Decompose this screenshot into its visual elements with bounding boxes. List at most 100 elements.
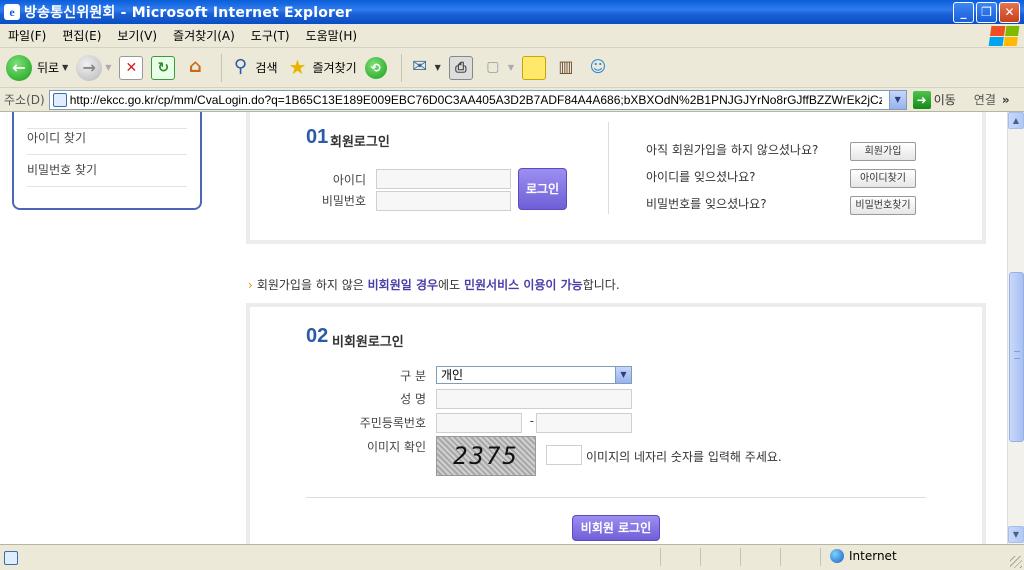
globe-icon <box>830 549 844 563</box>
member-login-panel: 01 회원로그인 아이디 비밀번호 로그인 아직 회원가입을 하지 않으셨나요?… <box>246 112 986 244</box>
home-button[interactable]: ⌂ <box>183 56 207 80</box>
guest-login-panel: 02 비회원로그인 구 분 개인 ▼ 성 명 주민등록번호 - 이미지 확인 2… <box>246 303 986 544</box>
go-arrow-icon: ➜ <box>912 90 931 109</box>
status-bar: Internet <box>0 544 1024 570</box>
status-divider <box>660 548 661 566</box>
rrn-second-input[interactable] <box>536 413 632 433</box>
refresh-icon: ↻ <box>151 55 176 80</box>
go-button[interactable]: ➜ 이동 <box>912 90 956 109</box>
sidebar-menu: 아이디 찾기 비밀번호 찾기 <box>12 112 202 210</box>
close-button[interactable]: ✕ <box>999 2 1020 23</box>
chevron-down-icon[interactable]: ▼ <box>508 63 514 72</box>
sidebar-item-find-id[interactable]: 아이디 찾기 <box>27 128 187 155</box>
minimize-button[interactable]: _ <box>953 2 974 23</box>
vertical-scrollbar[interactable]: ▲ ▼ <box>1007 112 1024 544</box>
address-label: 주소(D) <box>4 93 45 107</box>
address-input[interactable] <box>69 92 882 107</box>
chevron-down-icon[interactable]: ▼ <box>435 63 441 72</box>
captcha-hint: 이미지의 네자리 숫자를 입력해 주세요. <box>586 450 782 464</box>
chevron-down-icon[interactable]: ▼ <box>888 90 906 109</box>
notice-text: 에도 <box>438 278 464 292</box>
search-button[interactable]: ⚲ 검색 <box>228 56 278 80</box>
notice-emphasis: 민원서비스 이용이 가능 <box>463 278 583 292</box>
chevron-right-icon[interactable]: » <box>1002 93 1010 107</box>
star-icon: ★ <box>288 54 307 79</box>
restore-button[interactable]: ❐ <box>976 2 997 23</box>
scroll-down-icon[interactable]: ▼ <box>1008 526 1024 543</box>
back-arrow-icon: ← <box>6 54 32 81</box>
mail-icon: ✉ <box>412 55 428 77</box>
chevron-down-icon[interactable]: ▼ <box>615 367 631 383</box>
signup-question: 아직 회원가입을 하지 않으셨나요? <box>646 143 819 157</box>
sidebar-item-find-password[interactable]: 비밀번호 찾기 <box>27 161 187 187</box>
zone-label: Internet <box>849 549 897 563</box>
edit-button[interactable]: ▢ ▼ <box>481 56 514 80</box>
refresh-button[interactable]: ↻ <box>151 55 176 80</box>
favorites-button[interactable]: ★ 즐겨찾기 <box>286 56 357 80</box>
login-button[interactable]: 로그인 <box>518 168 567 210</box>
find-password-button[interactable]: 비밀번호찾기 <box>850 196 916 215</box>
stop-icon: ✕ <box>119 55 144 80</box>
rrn-dash: - <box>529 414 534 428</box>
forgot-id-question: 아이디를 잊으셨나요? <box>646 170 756 184</box>
print-button[interactable]: ⎙ <box>448 55 473 80</box>
page-status-icon <box>4 550 18 565</box>
guest-login-button[interactable]: 비회원 로그인 <box>572 515 660 541</box>
printer-icon: ⎙ <box>448 55 473 80</box>
guest-notice: › 회원가입을 하지 않은 비회원일 경우에도 민원서비스 이용이 가능합니다. <box>248 276 620 293</box>
forward-button[interactable]: → ▼ <box>76 54 111 81</box>
menu-tools[interactable]: 도구(T) <box>243 27 298 44</box>
address-bar: 주소(D) ▼ ➜ 이동 연결 » <box>0 88 1024 112</box>
page-viewport: 아이디 찾기 비밀번호 찾기 01 회원로그인 아이디 비밀번호 로그인 아직 … <box>0 112 1007 544</box>
title-bar: e 방송통신위원회 - Microsoft Internet Explorer … <box>0 0 1024 24</box>
history-button[interactable]: ⟲ <box>364 56 387 79</box>
resize-grip-icon[interactable] <box>1010 556 1022 568</box>
menu-edit[interactable]: 편집(E) <box>54 27 109 44</box>
status-divider <box>700 548 701 566</box>
research-button[interactable]: ▥ <box>554 56 578 80</box>
menu-help[interactable]: 도움말(H) <box>298 27 366 44</box>
edit-page-icon: ▢ <box>486 58 500 75</box>
links-label[interactable]: 연결 <box>974 91 996 108</box>
captcha-input[interactable] <box>546 445 582 465</box>
stop-button[interactable]: ✕ <box>119 55 144 80</box>
chevron-down-icon[interactable]: ▼ <box>105 63 111 72</box>
research-icon: ▥ <box>558 56 574 76</box>
notes-button[interactable] <box>521 55 546 80</box>
type-label: 구 분 <box>400 369 426 383</box>
find-id-button[interactable]: 아이디찾기 <box>850 169 916 188</box>
scroll-up-icon[interactable]: ▲ <box>1008 112 1024 129</box>
toolbar-divider <box>400 53 402 82</box>
divider <box>608 122 609 214</box>
menu-favorites[interactable]: 즐겨찾기(A) <box>165 27 243 44</box>
id-label: 아이디 <box>332 173 366 187</box>
search-label: 검색 <box>255 61 278 75</box>
windows-logo-icon <box>988 26 1020 46</box>
id-input[interactable] <box>376 169 511 189</box>
scroll-thumb[interactable] <box>1009 272 1024 442</box>
signup-button[interactable]: 회원가입 <box>850 142 916 161</box>
mail-button[interactable]: ✉ ▼ <box>408 56 441 80</box>
menu-view[interactable]: 보기(V) <box>109 27 165 44</box>
menu-bar: 파일(F) 편집(E) 보기(V) 즐겨찾기(A) 도구(T) 도움말(H) <box>0 24 1024 48</box>
section-title: 회원로그인 <box>330 135 390 150</box>
captcha-image: 2375 <box>436 436 536 476</box>
menu-file[interactable]: 파일(F) <box>0 27 54 44</box>
address-box: ▼ <box>48 89 907 110</box>
rrn-first-input[interactable] <box>436 413 522 433</box>
favorites-label: 즐겨찾기 <box>312 61 357 75</box>
notice-text: 회원가입을 하지 않은 <box>256 278 368 292</box>
name-input[interactable] <box>436 389 632 409</box>
messenger-button[interactable]: ☺ <box>586 56 610 80</box>
security-zone: Internet <box>830 549 897 563</box>
type-select[interactable]: 개인 ▼ <box>436 366 632 384</box>
password-input[interactable] <box>376 191 511 211</box>
section-number: 02 <box>306 325 329 347</box>
note-icon <box>521 55 546 80</box>
password-label: 비밀번호 <box>321 194 366 208</box>
forward-arrow-icon: → <box>76 54 103 81</box>
type-selected-value: 개인 <box>441 368 464 382</box>
chevron-down-icon[interactable]: ▼ <box>62 63 68 72</box>
back-button[interactable]: ← 뒤로 ▼ <box>6 54 68 81</box>
history-icon: ⟲ <box>364 56 387 79</box>
